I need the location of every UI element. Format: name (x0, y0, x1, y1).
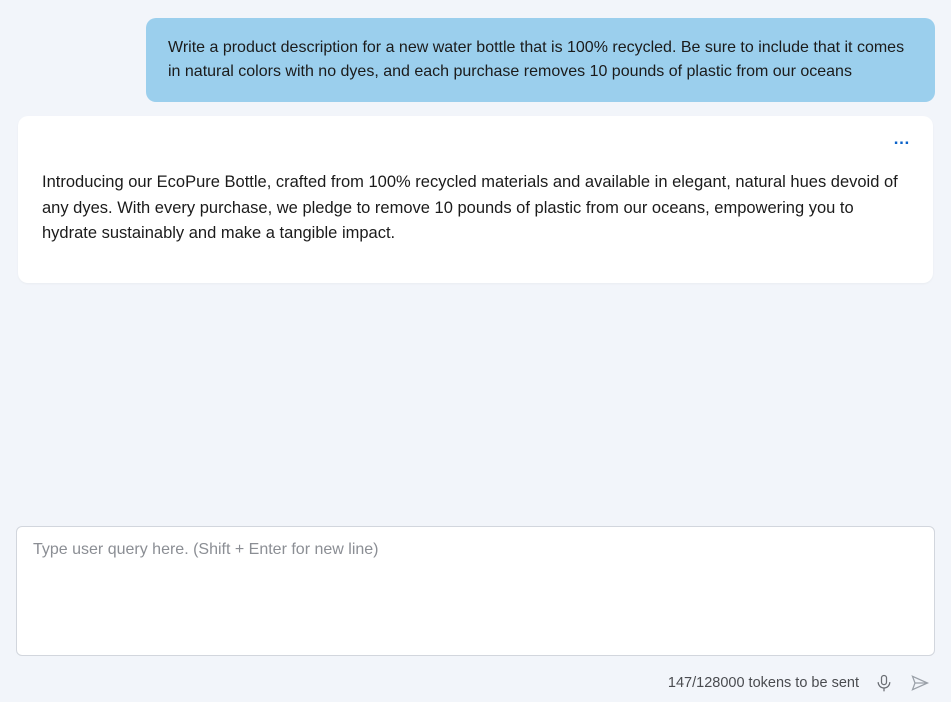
chat-app: Write a product description for a new wa… (0, 0, 951, 702)
assistant-message-text: Introducing our EcoPure Bottle, crafted … (42, 170, 909, 247)
composer-area (0, 526, 951, 664)
token-count-text: 147/128000 tokens to be sent (668, 675, 859, 691)
user-message-text: Write a product description for a new wa… (168, 39, 904, 80)
send-icon (910, 673, 930, 693)
messages-scroll[interactable]: Write a product description for a new wa… (0, 0, 951, 526)
status-bar: 147/128000 tokens to be sent (0, 664, 951, 702)
microphone-icon (874, 673, 894, 693)
query-input[interactable] (33, 541, 918, 641)
user-message: Write a product description for a new wa… (146, 18, 935, 102)
composer[interactable] (16, 526, 935, 656)
send-button[interactable] (909, 672, 931, 694)
assistant-message: … Introducing our EcoPure Bottle, crafte… (18, 116, 933, 283)
more-actions-button[interactable]: … (893, 130, 911, 147)
ellipsis-icon: … (893, 129, 911, 148)
microphone-button[interactable] (873, 672, 895, 694)
